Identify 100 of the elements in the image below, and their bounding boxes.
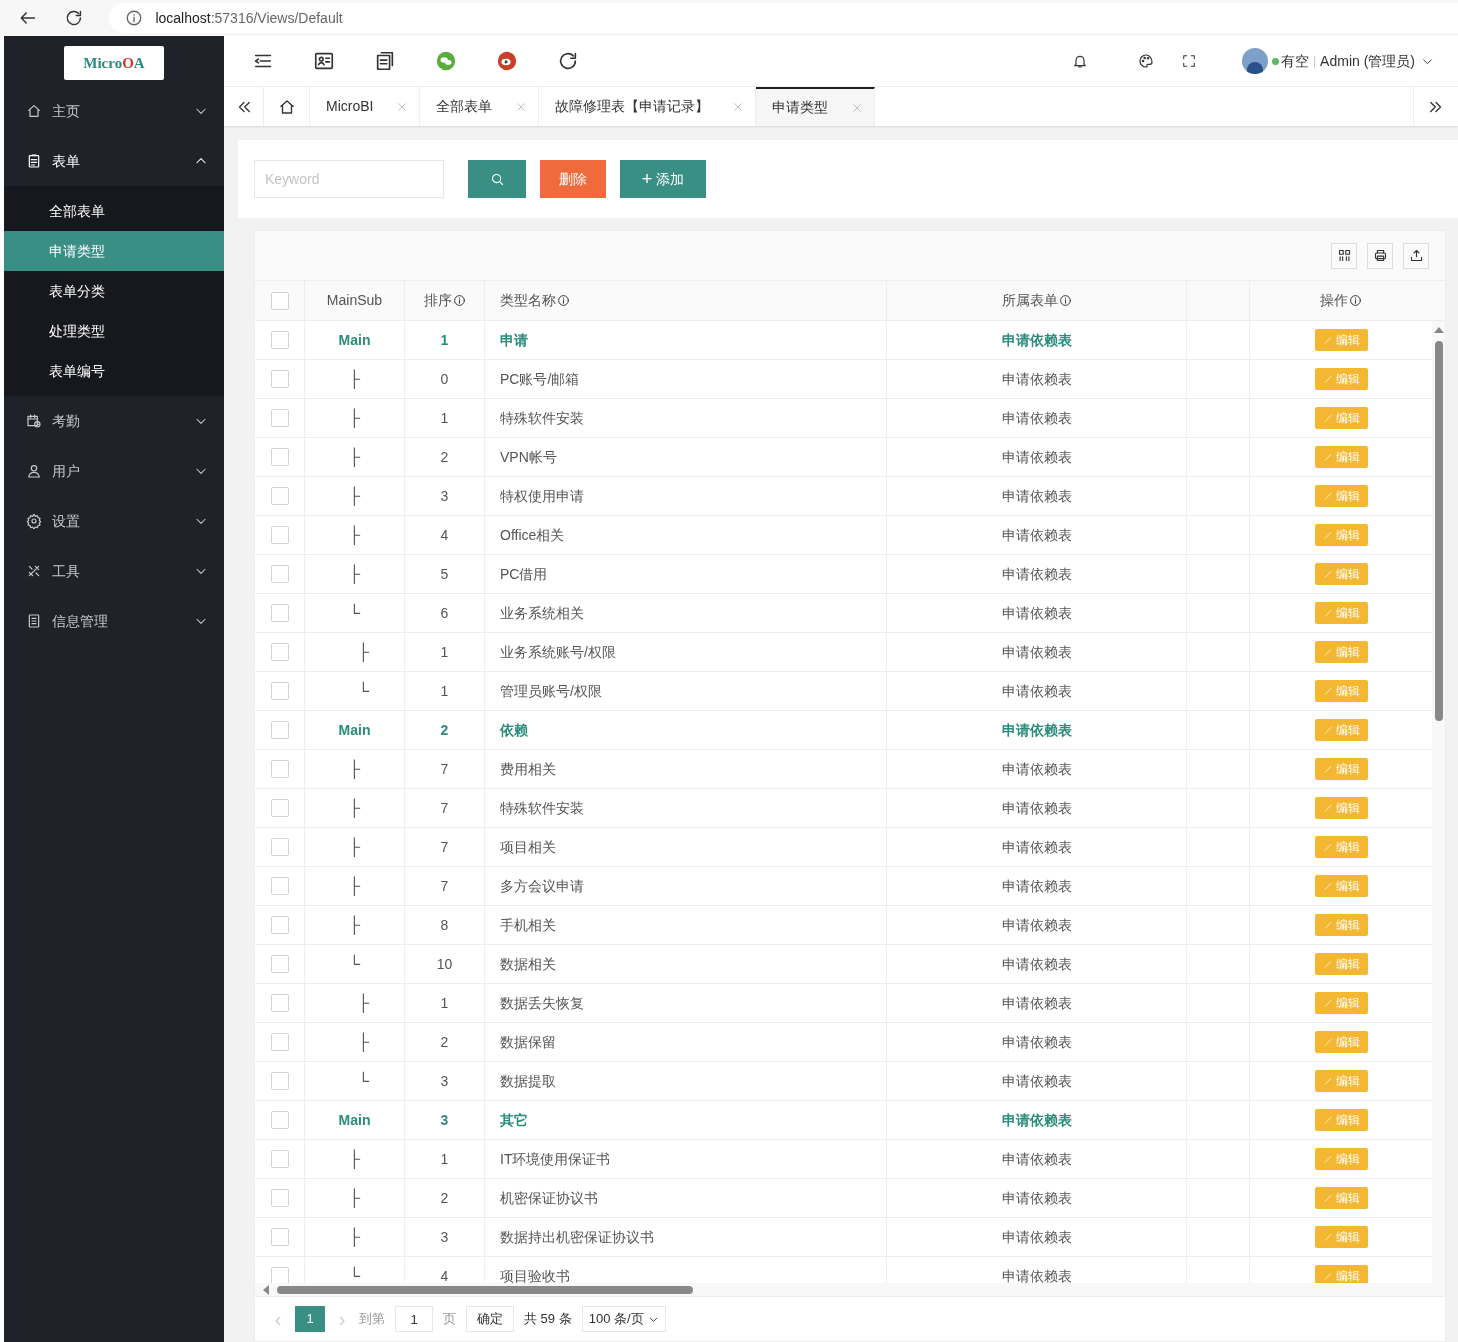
address-bar[interactable]: localhost:57316/Views/Default: [109, 3, 1458, 33]
submenu-item[interactable]: 表单分类: [4, 271, 224, 311]
check-icon: [1322, 1193, 1333, 1203]
checkbox[interactable]: [270, 487, 289, 505]
table-cell-text: 3: [440, 1110, 449, 1130]
submenu-item[interactable]: 全部表单: [4, 191, 224, 231]
nav-item[interactable]: 表单: [4, 136, 224, 186]
vertical-scrollbar[interactable]: [1432, 321, 1445, 1283]
edit-button[interactable]: 编辑: [1314, 524, 1368, 546]
checkbox[interactable]: [270, 682, 289, 700]
checkbox[interactable]: [270, 838, 289, 856]
tree-branch: └: [357, 1070, 370, 1091]
table-cell-text: 申请依赖表: [1001, 369, 1072, 389]
checkbox[interactable]: [270, 1033, 289, 1051]
edit-button[interactable]: 编辑: [1314, 563, 1368, 585]
checkbox[interactable]: [270, 1189, 289, 1207]
checkbox[interactable]: [270, 916, 289, 934]
checkbox[interactable]: [270, 370, 289, 388]
checkbox[interactable]: [270, 1072, 289, 1090]
palette-icon[interactable]: [1137, 53, 1154, 69]
edit-button[interactable]: 编辑: [1314, 1070, 1368, 1092]
next-page-button[interactable]: ›: [335, 1304, 349, 1334]
tab[interactable]: 全部表单: [420, 87, 540, 126]
bell-icon[interactable]: [1071, 53, 1088, 69]
delete-button[interactable]: 删除: [540, 160, 606, 198]
edit-button[interactable]: 编辑: [1314, 641, 1368, 663]
tools-icon: [26, 563, 42, 579]
documents-icon[interactable]: [374, 50, 396, 72]
edit-button[interactable]: 编辑: [1314, 758, 1368, 780]
edit-button[interactable]: 编辑: [1314, 485, 1368, 507]
edit-button[interactable]: 编辑: [1314, 875, 1368, 897]
page-input[interactable]: 1: [395, 1306, 433, 1332]
edit-button[interactable]: 编辑: [1314, 914, 1368, 936]
add-button[interactable]: + 添加: [620, 160, 706, 198]
checkbox[interactable]: [270, 760, 289, 778]
page-size-select[interactable]: 100 条/页: [581, 1306, 666, 1332]
nav-item[interactable]: 设置: [4, 496, 224, 546]
tab[interactable]: MicroBI: [310, 87, 421, 126]
checkbox[interactable]: [270, 994, 289, 1012]
checkbox[interactable]: [270, 1267, 289, 1283]
checkbox[interactable]: [270, 448, 289, 466]
checkbox[interactable]: [270, 1228, 289, 1246]
refresh-icon[interactable]: [557, 50, 579, 72]
checkbox[interactable]: [270, 565, 289, 583]
eye-logo-icon[interactable]: [496, 50, 518, 72]
checkbox[interactable]: [270, 877, 289, 895]
checkbox[interactable]: [270, 409, 289, 427]
submenu-item[interactable]: 表单编号: [4, 351, 224, 391]
edit-button[interactable]: 编辑: [1314, 797, 1368, 819]
contact-card-icon[interactable]: [313, 50, 335, 72]
print-button[interactable]: [1367, 242, 1393, 269]
edit-button[interactable]: 编辑: [1314, 407, 1368, 429]
edit-button[interactable]: 编辑: [1314, 1187, 1368, 1209]
chat-icon[interactable]: [435, 50, 457, 72]
edit-button[interactable]: 编辑: [1314, 1265, 1368, 1283]
checkbox[interactable]: [270, 291, 289, 310]
nav-item[interactable]: 考勤: [4, 396, 224, 446]
edit-button[interactable]: 编辑: [1314, 992, 1368, 1014]
tab[interactable]: 申请类型: [756, 87, 876, 126]
table-cell-text: 数据相关: [500, 954, 556, 974]
edit-button[interactable]: 编辑: [1314, 1031, 1368, 1053]
edit-button[interactable]: 编辑: [1314, 329, 1368, 351]
edit-button[interactable]: 编辑: [1314, 1109, 1368, 1131]
submenu-item[interactable]: 处理类型: [4, 311, 224, 351]
edit-button[interactable]: 编辑: [1314, 719, 1368, 741]
previous-page-button[interactable]: ‹: [271, 1304, 285, 1334]
checkbox[interactable]: [270, 799, 289, 817]
checkbox[interactable]: [270, 526, 289, 544]
nav-item[interactable]: 主页: [4, 86, 224, 136]
edit-button[interactable]: 编辑: [1314, 1148, 1368, 1170]
edit-button[interactable]: 编辑: [1314, 368, 1368, 390]
checkbox[interactable]: [270, 1150, 289, 1168]
edit-button[interactable]: 编辑: [1314, 836, 1368, 858]
checkbox[interactable]: [270, 1111, 289, 1129]
edit-button[interactable]: 编辑: [1314, 1226, 1368, 1248]
columns-icon: [1336, 248, 1352, 263]
checkbox[interactable]: [270, 721, 289, 739]
checkbox[interactable]: [270, 331, 289, 349]
avatar[interactable]: [1241, 48, 1268, 74]
horizontal-scrollbar[interactable]: [255, 1283, 1445, 1297]
nav-item[interactable]: 信息管理: [4, 596, 224, 646]
checkbox[interactable]: [270, 643, 289, 661]
edit-button[interactable]: 编辑: [1314, 446, 1368, 468]
edit-button[interactable]: 编辑: [1314, 602, 1368, 624]
export-button[interactable]: [1403, 242, 1429, 269]
confirm-button[interactable]: 确定: [466, 1306, 514, 1332]
columns-button[interactable]: [1331, 242, 1357, 269]
fullscreen-icon[interactable]: [1181, 54, 1196, 68]
nav-item[interactable]: 工具: [4, 546, 224, 596]
table-cell-text: 申请: [500, 330, 528, 350]
nav-item[interactable]: 用户: [4, 446, 224, 496]
search-field[interactable]: Keyword: [254, 160, 444, 198]
user-name[interactable]: Admin (管理员): [1320, 50, 1415, 72]
edit-button[interactable]: 编辑: [1314, 953, 1368, 975]
edit-button[interactable]: 编辑: [1314, 680, 1368, 702]
submenu-item[interactable]: 申请类型: [4, 231, 224, 271]
checkbox[interactable]: [270, 955, 289, 973]
search-button[interactable]: [468, 160, 526, 198]
checkbox[interactable]: [270, 604, 289, 622]
page-button[interactable]: 1: [295, 1306, 325, 1332]
